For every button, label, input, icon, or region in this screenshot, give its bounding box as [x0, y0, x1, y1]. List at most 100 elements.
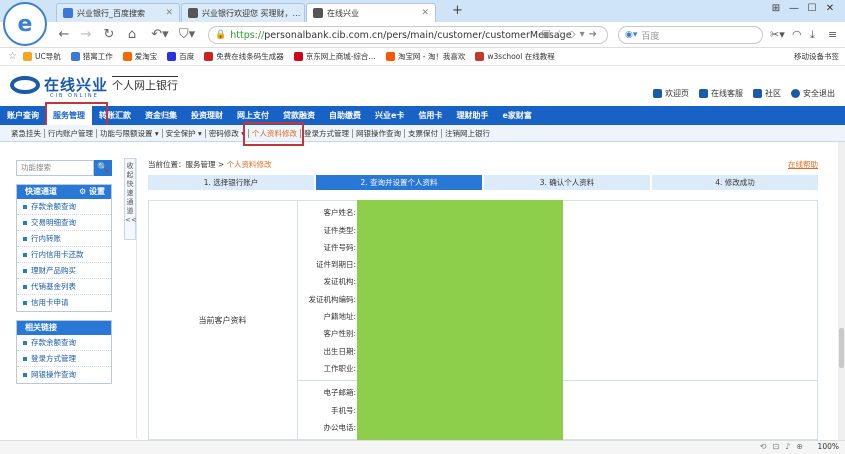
submenu-item-security[interactable]: 安全保护 ▾ — [163, 128, 206, 138]
browser-tab-2[interactable]: 兴业银行欢迎您 买理财，… ✕ — [181, 3, 305, 22]
link-label: 安全退出 — [803, 89, 835, 98]
menu-item-family-wealth[interactable]: e家财富 — [495, 106, 538, 125]
field-label-email: 电子邮箱: — [323, 388, 356, 397]
window-close-icon[interactable]: ✕ — [822, 3, 838, 17]
related-links-title: 相关链接 — [17, 321, 111, 335]
submenu-item-limit-settings[interactable]: 功能与限额设置 ▾ — [97, 128, 163, 138]
window-maximize-icon[interactable]: ☐ — [804, 3, 820, 17]
download-icon[interactable]: ⤓ — [810, 28, 815, 42]
forward-icon[interactable]: → — [78, 27, 94, 42]
scrollbar-thumb[interactable] — [839, 328, 844, 368]
bank-logo-icon — [10, 75, 40, 94]
online-service-link[interactable]: 在线客服 — [699, 88, 743, 99]
settings-gear-icon[interactable]: ⚙ 设置 — [79, 185, 105, 199]
bookmark-item[interactable]: 百度 — [167, 51, 194, 62]
home-icon[interactable]: ⌂ — [124, 27, 140, 42]
bookmark-item[interactable]: w3school 在线教程 — [475, 51, 555, 62]
vertical-scrollbar[interactable] — [838, 142, 845, 440]
tab-close-icon[interactable]: ✕ — [161, 8, 173, 18]
search-box[interactable]: ◉▾ 百度 — [618, 26, 763, 44]
zoom-level[interactable]: 100% — [818, 442, 839, 451]
submenu-item-account-management[interactable]: 行内账户管理 — [45, 128, 97, 138]
top-links: 欢迎页 在线客服 社区 安全退出 — [643, 88, 835, 99]
menu-item-self-payment[interactable]: 自助缴费 — [322, 106, 368, 125]
list-item[interactable]: 存款余额查询 — [17, 199, 111, 215]
submenu-item-report-loss[interactable]: 紧急挂失 — [8, 128, 45, 138]
step-2: 2. 查询并设置个人资料 — [316, 175, 482, 190]
bookmark-favicon-icon — [204, 52, 214, 61]
bank-logo[interactable]: 在线兴业 个人网上银行 CIB ONLINE — [10, 74, 179, 99]
bookmark-item[interactable]: 京东网上商城-综合… — [293, 51, 376, 62]
browser-tab-3[interactable]: 在线兴业 ✕ — [306, 3, 436, 22]
browser-logo[interactable]: e — [3, 2, 47, 46]
list-item[interactable]: 理财产品购买 — [17, 263, 111, 279]
address-bar[interactable]: 🔒 https:// personalbank.cib.com.cn/pers/… — [208, 26, 608, 44]
list-item[interactable]: 代销基金列表 — [17, 279, 111, 295]
window-tile-icon[interactable]: ⊞ — [768, 3, 784, 17]
list-item[interactable]: 信用卡申请 — [17, 295, 111, 311]
new-tab-button[interactable]: + — [452, 3, 463, 18]
submenu-item-login-method[interactable]: 登录方式管理 — [301, 128, 353, 138]
list-item-label: 行内信用卡还款 — [31, 249, 84, 259]
bookmark-label: 京东网上商城-综合… — [305, 52, 376, 61]
menu-icon[interactable]: ≡ — [828, 28, 837, 41]
list-item-label: 代销基金列表 — [31, 281, 76, 291]
bullet-icon — [23, 340, 27, 345]
field-label-office-phone: 办公电话: — [323, 423, 356, 432]
list-item[interactable]: 存款余额查询 — [17, 335, 111, 351]
bookmark-item[interactable]: 淘宝网 - 淘！我喜欢 — [385, 51, 466, 62]
shield-icon[interactable]: ⛉▾ — [176, 27, 198, 42]
menu-item-fund-collection[interactable]: 资金归集 — [138, 106, 184, 125]
online-help-link[interactable]: 在线帮助 — [788, 159, 818, 170]
function-search-input[interactable]: 功能搜索 — [16, 160, 94, 176]
mobile-bookmarks[interactable]: 移动设备书签 — [794, 51, 839, 62]
bullet-icon — [23, 373, 27, 377]
wifi-icon[interactable]: ◠ — [792, 28, 802, 41]
bookmark-item[interactable]: UC导航 — [22, 51, 61, 62]
browser-logo-icon: e — [17, 11, 33, 37]
cut-icon[interactable]: ✂▾ — [770, 28, 785, 41]
breadcrumb-parent[interactable]: 服务管理 — [186, 160, 216, 169]
field-label-gender: 客户性别: — [323, 329, 356, 338]
bookmark-label: 淘宝网 - 淘！我喜欢 — [397, 52, 466, 61]
bookmark-item[interactable]: 猎寓工作 — [70, 51, 113, 62]
search-icon[interactable]: 🔍 — [94, 160, 112, 176]
address-actions-icon[interactable]: ▣☆◇▾➜ — [541, 29, 601, 40]
bookmark-label: 爱淘宝 — [134, 52, 158, 61]
bullet-icon — [23, 236, 27, 241]
breadcrumb: 当前位置：服务管理 > 个人资料修改 — [148, 159, 272, 170]
menu-item-credit-card[interactable]: 信用卡 — [411, 106, 449, 125]
bullet-icon — [23, 252, 27, 257]
tab-close-icon[interactable]: ✕ — [417, 8, 429, 18]
tab-close-icon[interactable]: ✕ — [301, 8, 304, 18]
status-icons[interactable]: ⟲⊡♪⊕ — [760, 442, 809, 451]
refresh-icon[interactable]: ↻ — [101, 27, 117, 42]
submenu-item-cancel[interactable]: 注销网上银行 — [442, 129, 493, 138]
menu-item-ecard[interactable]: 兴业e卡 — [368, 106, 411, 125]
back-icon[interactable]: ← — [56, 27, 72, 42]
list-item[interactable]: 网银操作查询 — [17, 367, 111, 383]
bookmark-label: w3school 在线教程 — [487, 52, 555, 61]
field-label-id-type: 证件类型: — [323, 226, 356, 235]
bullet-icon — [23, 284, 27, 289]
community-link[interactable]: 社区 — [753, 88, 781, 99]
undo-icon[interactable]: ↶▾ — [149, 27, 171, 42]
window-minimize-icon[interactable]: — — [786, 3, 802, 17]
list-item[interactable]: 行内信用卡还款 — [17, 247, 111, 263]
list-item[interactable]: 行内转账 — [17, 231, 111, 247]
submenu-item-cheque[interactable]: 支票保付 — [405, 128, 442, 138]
welcome-link[interactable]: 欢迎页 — [653, 88, 689, 99]
logout-link[interactable]: 安全退出 — [791, 88, 835, 99]
bookmark-star-icon[interactable]: ☆ — [8, 51, 17, 62]
menu-item-account-query[interactable]: 账户查询 — [0, 106, 46, 125]
browser-tab-1[interactable]: 兴业银行_百度搜索 ✕ — [56, 3, 180, 22]
submenu-item-operation-query[interactable]: 网银操作查询 — [353, 128, 405, 138]
menu-item-investment[interactable]: 投资理财 — [184, 106, 230, 125]
bookmark-item[interactable]: 爱淘宝 — [122, 51, 158, 62]
list-item[interactable]: 交易明细查询 — [17, 215, 111, 231]
bookmark-item[interactable]: 免费在线条码生成器 — [204, 51, 284, 62]
bookmark-label: 免费在线条码生成器 — [216, 52, 284, 61]
menu-item-finance-assistant[interactable]: 理财助手 — [449, 106, 495, 125]
list-item[interactable]: 登录方式管理 — [17, 351, 111, 367]
collapse-quick-access-button[interactable]: 收起快速通道<< — [124, 158, 137, 240]
